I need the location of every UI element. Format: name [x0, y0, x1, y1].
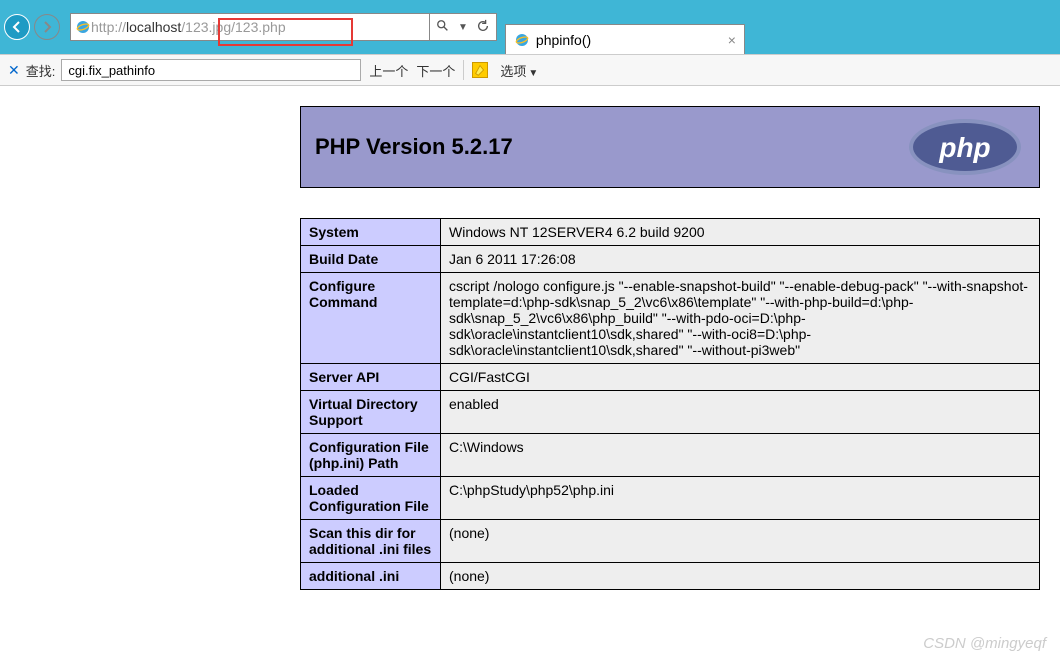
findbar-close-icon[interactable]: ✕ — [8, 62, 20, 79]
dropdown-icon[interactable]: ▼ — [458, 22, 468, 33]
row-value: (none) — [441, 520, 1040, 563]
chevron-down-icon: ▼ — [528, 68, 538, 79]
row-key: Configure Command — [301, 273, 441, 364]
row-key: Server API — [301, 364, 441, 391]
row-value: Windows NT 12SERVER4 6.2 build 9200 — [441, 219, 1040, 246]
row-value: CGI/FastCGI — [441, 364, 1040, 391]
table-row: Configure Commandcscript /nologo configu… — [301, 273, 1040, 364]
find-options-button[interactable]: 选项▼ — [500, 61, 538, 80]
find-input[interactable] — [61, 59, 361, 81]
find-bar: ✕ 查找: 上一个 下一个 选项▼ — [0, 54, 1060, 86]
address-bar[interactable]: http://localhost/123.jpg/123.php — [70, 13, 430, 41]
tab-title: phpinfo() — [536, 32, 591, 48]
table-row: additional .ini(none) — [301, 563, 1040, 590]
highlight-icon[interactable] — [472, 62, 488, 78]
tab-phpinfo[interactable]: phpinfo() × — [505, 24, 745, 54]
row-value: Jan 6 2011 17:26:08 — [441, 246, 1040, 273]
table-row: Virtual Directory Supportenabled — [301, 391, 1040, 434]
row-key: Configuration File (php.ini) Path — [301, 434, 441, 477]
forward-button[interactable] — [34, 14, 60, 40]
url-text[interactable]: http://localhost/123.jpg/123.php — [91, 19, 425, 35]
row-value: C:\phpStudy\php52\php.ini — [441, 477, 1040, 520]
table-row: Loaded Configuration FileC:\phpStudy\php… — [301, 477, 1040, 520]
search-icon[interactable] — [436, 19, 450, 36]
table-row: Build DateJan 6 2011 17:26:08 — [301, 246, 1040, 273]
back-button[interactable] — [4, 14, 30, 40]
row-key: additional .ini — [301, 563, 441, 590]
phpinfo-table: SystemWindows NT 12SERVER4 6.2 build 920… — [300, 218, 1040, 590]
address-buttons: ▼ — [430, 13, 497, 41]
php-header: PHP Version 5.2.17 php — [300, 106, 1040, 188]
row-key: Virtual Directory Support — [301, 391, 441, 434]
refresh-icon[interactable] — [476, 19, 490, 36]
row-value: (none) — [441, 563, 1040, 590]
row-value: cscript /nologo configure.js "--enable-s… — [441, 273, 1040, 364]
row-value: enabled — [441, 391, 1040, 434]
close-icon[interactable]: × — [728, 32, 736, 48]
separator — [463, 60, 464, 80]
browser-toolbar: http://localhost/123.jpg/123.php ▼ phpin… — [0, 0, 1060, 54]
table-row: Configuration File (php.ini) PathC:\Wind… — [301, 434, 1040, 477]
page-title: PHP Version 5.2.17 — [315, 134, 513, 160]
svg-text:php: php — [938, 132, 990, 163]
tab-strip: phpinfo() × — [505, 0, 745, 54]
table-row: Server APICGI/FastCGI — [301, 364, 1040, 391]
table-row: Scan this dir for additional .ini files(… — [301, 520, 1040, 563]
row-value: C:\Windows — [441, 434, 1040, 477]
find-label: 查找: — [26, 61, 56, 80]
find-prev-button[interactable]: 上一个 — [369, 61, 408, 80]
ie-icon — [514, 32, 530, 48]
watermark: CSDN @mingyeqf — [923, 635, 1046, 652]
row-key: System — [301, 219, 441, 246]
table-row: SystemWindows NT 12SERVER4 6.2 build 920… — [301, 219, 1040, 246]
row-key: Build Date — [301, 246, 441, 273]
php-logo: php — [905, 117, 1025, 177]
page-content: PHP Version 5.2.17 php SystemWindows NT … — [0, 86, 1060, 590]
find-next-button[interactable]: 下一个 — [416, 61, 455, 80]
ie-icon — [75, 19, 91, 35]
row-key: Loaded Configuration File — [301, 477, 441, 520]
row-key: Scan this dir for additional .ini files — [301, 520, 441, 563]
